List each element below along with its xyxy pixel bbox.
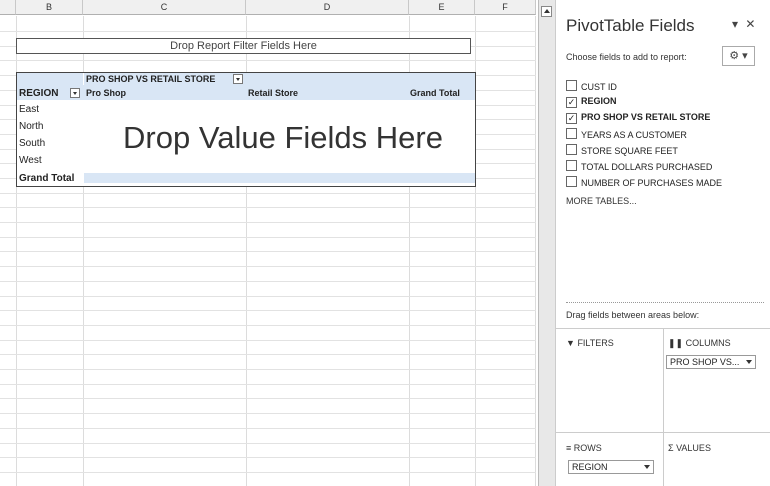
more-tables-link[interactable]: MORE TABLES... bbox=[566, 196, 637, 206]
col-item-grand-total: Grand Total bbox=[410, 88, 460, 98]
pivot-table[interactable]: PRO SHOP VS RETAIL STORE REGION Pro Shop… bbox=[16, 72, 476, 187]
rows-pill-label: REGION bbox=[572, 462, 608, 472]
field-label: PRO SHOP VS RETAIL STORE bbox=[581, 112, 711, 122]
columns-pill-label: PRO SHOP VS... bbox=[670, 357, 740, 367]
close-icon[interactable]: ✕ bbox=[745, 17, 755, 31]
values-label: VALUES bbox=[676, 443, 711, 453]
filters-label: FILTERS bbox=[577, 338, 614, 348]
column-field-label: PRO SHOP VS RETAIL STORE bbox=[86, 74, 216, 84]
rows-icon: ≡ bbox=[566, 443, 572, 453]
value-drop-zone[interactable]: Drop Value Fields Here bbox=[90, 119, 476, 157]
columns-field-pill[interactable]: PRO SHOP VS... bbox=[666, 355, 756, 369]
column-header-e[interactable]: E bbox=[409, 0, 475, 15]
field-item[interactable]: ✓ PRO SHOP VS RETAIL STORE bbox=[566, 112, 710, 126]
field-item[interactable]: STORE SQUARE FEET bbox=[566, 144, 678, 158]
chevron-down-icon[interactable] bbox=[644, 465, 650, 469]
unchecked-checkbox[interactable] bbox=[566, 160, 577, 171]
unchecked-checkbox[interactable] bbox=[566, 128, 577, 139]
values-area[interactable] bbox=[664, 432, 770, 486]
choose-fields-label: Choose fields to add to report: bbox=[566, 52, 687, 62]
checked-checkbox[interactable]: ✓ bbox=[566, 97, 577, 108]
row-item-south[interactable]: South bbox=[19, 137, 45, 150]
field-label: REGION bbox=[581, 96, 617, 106]
columns-label: COLUMNS bbox=[685, 338, 731, 348]
rows-area[interactable] bbox=[556, 432, 664, 486]
spreadsheet-grid[interactable]: B C D E F Drop Report Filter Fields Here… bbox=[0, 0, 536, 486]
unchecked-checkbox[interactable] bbox=[566, 80, 577, 91]
unchecked-checkbox[interactable] bbox=[566, 176, 577, 187]
columns-icon: ❚❚ bbox=[668, 338, 684, 348]
pivottable-fields-pane: PivotTable Fields ▾ ✕ Choose fields to a… bbox=[555, 0, 770, 486]
section-divider bbox=[566, 302, 764, 303]
rows-field-pill[interactable]: REGION bbox=[568, 460, 654, 474]
row-item-east[interactable]: East bbox=[19, 103, 39, 116]
column-header-d[interactable]: D bbox=[246, 0, 409, 15]
field-label: NUMBER OF PURCHASES MADE bbox=[581, 178, 723, 188]
checked-checkbox[interactable]: ✓ bbox=[566, 113, 577, 124]
corner-header[interactable] bbox=[0, 0, 16, 15]
gear-icon[interactable]: ⚙ ▾ bbox=[722, 46, 755, 66]
field-item[interactable]: YEARS AS A CUSTOMER bbox=[566, 128, 687, 142]
pane-options-icon[interactable]: ▾ bbox=[732, 17, 738, 31]
filter-icon: ▼ bbox=[566, 338, 575, 348]
row-item-north[interactable]: North bbox=[19, 120, 43, 133]
scroll-up-button[interactable] bbox=[541, 6, 552, 17]
column-field-dropdown[interactable] bbox=[233, 74, 243, 84]
field-item[interactable]: CUST ID bbox=[566, 80, 617, 94]
unchecked-checkbox[interactable] bbox=[566, 144, 577, 155]
chevron-down-icon[interactable] bbox=[746, 360, 752, 364]
field-label: YEARS AS A CUSTOMER bbox=[581, 130, 687, 140]
field-label: TOTAL DOLLARS PURCHASED bbox=[581, 162, 713, 172]
field-item[interactable]: ✓ REGION bbox=[566, 96, 617, 110]
sigma-icon: Σ bbox=[668, 443, 674, 453]
grand-total-label: Grand Total bbox=[19, 173, 75, 184]
col-item-pro-shop: Pro Shop bbox=[86, 88, 126, 98]
pane-title: PivotTable Fields bbox=[566, 16, 695, 35]
column-header-f[interactable]: F bbox=[475, 0, 536, 15]
row-item-west[interactable]: West bbox=[19, 154, 42, 167]
vertical-scrollbar[interactable] bbox=[538, 0, 555, 486]
field-label: STORE SQUARE FEET bbox=[581, 146, 678, 156]
column-header-b[interactable]: B bbox=[16, 0, 83, 15]
column-header-c[interactable]: C bbox=[83, 0, 246, 15]
field-label: CUST ID bbox=[581, 82, 617, 92]
row-header-label: REGION bbox=[19, 88, 59, 99]
col-item-retail-store: Retail Store bbox=[248, 88, 299, 98]
rows-label: ROWS bbox=[573, 443, 602, 453]
field-item[interactable]: TOTAL DOLLARS PURCHASED bbox=[566, 160, 712, 174]
drag-fields-label: Drag fields between areas below: bbox=[566, 310, 700, 320]
row-field-dropdown[interactable] bbox=[70, 88, 80, 98]
field-item[interactable]: NUMBER OF PURCHASES MADE bbox=[566, 176, 722, 190]
report-filter-drop-zone[interactable]: Drop Report Filter Fields Here bbox=[16, 38, 471, 54]
